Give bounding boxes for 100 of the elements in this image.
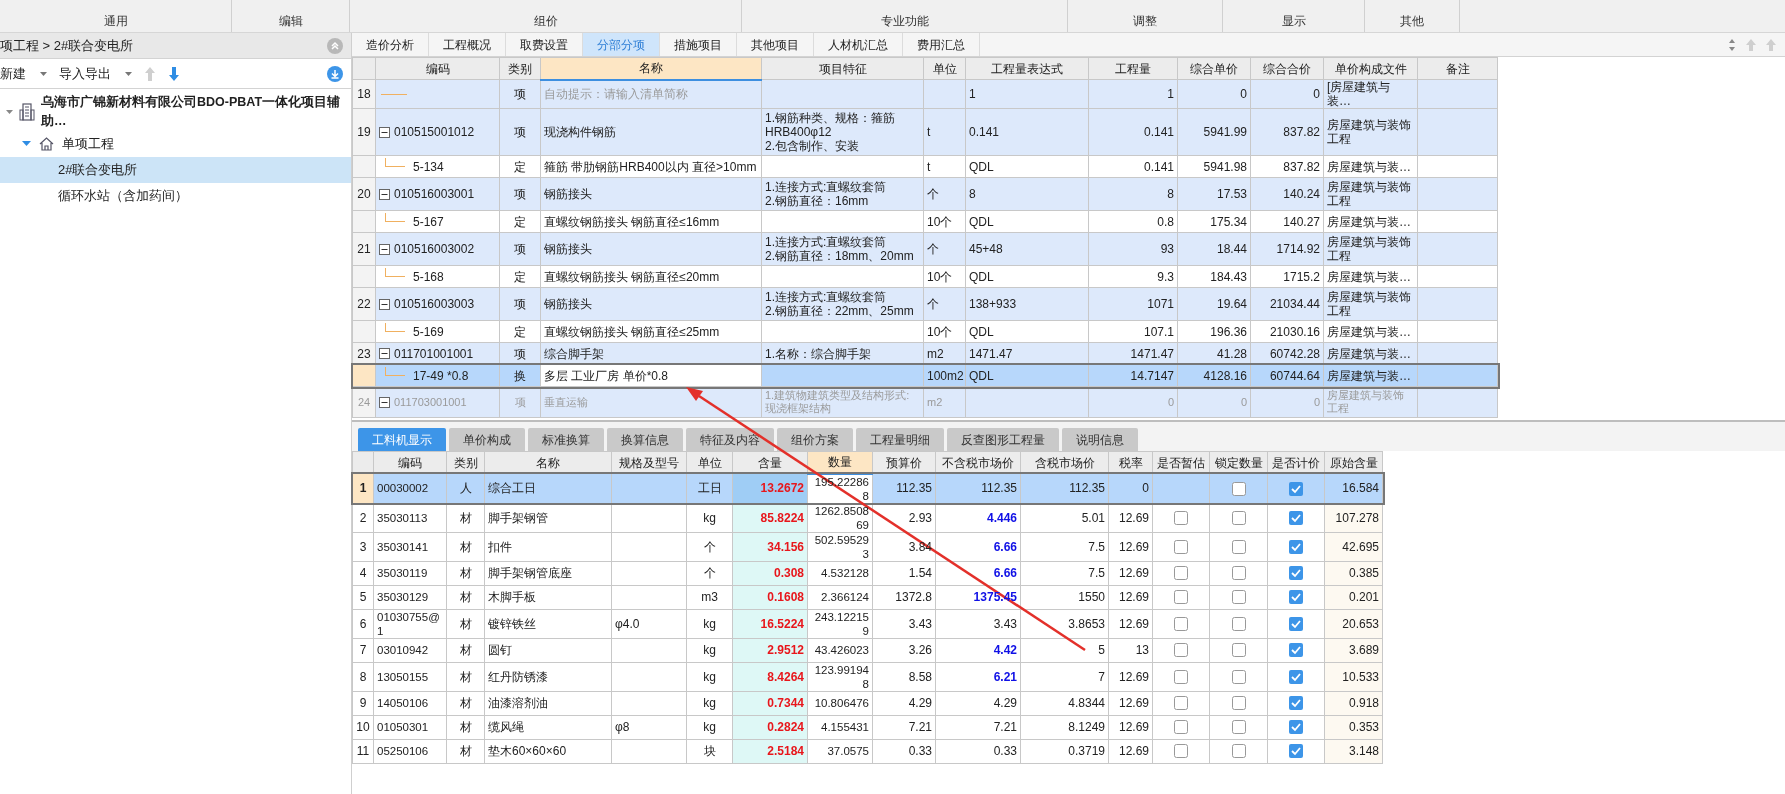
table-row[interactable]: 5-168 定 直螺纹钢筋接头 钢筋直径≤20mm 10个 QDL 9.3 184.43 1715.2 房屋建筑与装…: [352, 265, 1498, 288]
table-cell: 5941.98: [1177, 155, 1251, 178]
tab[interactable]: 特征及内容: [686, 428, 774, 451]
house-icon: [39, 136, 54, 151]
name-field[interactable]: 多层 工业厂房 单价*0.8: [540, 364, 762, 387]
checkbox[interactable]: [1231, 481, 1246, 496]
checkbox[interactable]: [1289, 539, 1303, 554]
row-number: 1: [352, 473, 374, 503]
checkbox[interactable]: [1289, 744, 1303, 759]
checkbox[interactable]: [1174, 720, 1188, 735]
tab[interactable]: 单价构成: [449, 428, 525, 451]
table-cell: 14050106: [373, 691, 447, 715]
table-cell: 定: [499, 265, 541, 288]
table-row[interactable]: 5-167 定 直螺纹钢筋接头 钢筋直径≤16mm 10个 QDL 0.8 175.34 140.27 房屋建筑与装…: [352, 210, 1498, 233]
collapse-icon[interactable]: [379, 126, 390, 138]
table-row[interactable]: 10 01050301 材 缆风绳 φ8 kg 0.2824 4.155431 7.21 7.21 8.1249 12.69 0.353: [352, 715, 1383, 739]
checkbox[interactable]: [1174, 590, 1188, 605]
checkbox[interactable]: [1289, 643, 1303, 658]
project-title[interactable]: 乌海市广锦新材料有限公司BDO-PBAT一体化项目辅助…: [41, 93, 347, 131]
item-code: 5-134: [412, 159, 444, 174]
new-menu[interactable]: 新建: [0, 63, 26, 84]
checkbox[interactable]: [1289, 566, 1303, 581]
collapse-icon[interactable]: [379, 348, 390, 359]
import-export-menu[interactable]: 导入导出: [59, 63, 111, 84]
tab[interactable]: 标准换算: [528, 428, 604, 451]
checkbox[interactable]: [1289, 696, 1303, 711]
down-arrow-icon[interactable]: [168, 65, 180, 82]
table-cell: 房屋建筑与装…: [1323, 265, 1418, 288]
tab[interactable]: 工程量明细: [856, 428, 944, 451]
checkbox[interactable]: [1231, 539, 1246, 554]
checkbox[interactable]: [1174, 566, 1188, 581]
checkbox[interactable]: [1289, 510, 1303, 525]
up-arrow-icon[interactable]: [1765, 38, 1777, 52]
collapse-icon[interactable]: [379, 188, 390, 200]
table-cell: 4.29: [872, 691, 936, 715]
checkbox[interactable]: [1231, 669, 1246, 684]
table-row[interactable]: 11 05250106 材 垫木60×60×60 块 2.5184 37.0575 0.33 0.33 0.3719 12.69 3.148: [352, 739, 1383, 763]
caret-icon[interactable]: [22, 139, 31, 148]
table-cell: 85.8224: [732, 503, 808, 532]
table-cell: 脚手架钢管底座: [484, 561, 612, 585]
caret-icon[interactable]: [6, 109, 13, 114]
checkbox[interactable]: [1174, 643, 1188, 658]
table-cell: kg: [686, 638, 733, 662]
tab[interactable]: 反查图形工程量: [947, 428, 1059, 451]
download-icon[interactable]: [327, 65, 343, 82]
tab[interactable]: 换算信息: [607, 428, 683, 451]
table-cell: 镀锌铁丝: [484, 609, 612, 638]
table-cell: 18.44: [1177, 232, 1251, 266]
checkbox[interactable]: [1231, 744, 1246, 759]
tree-line: [385, 213, 405, 222]
checkbox[interactable]: [1289, 590, 1303, 605]
table-row[interactable]: 7 03010942 材 圆钉 kg 2.9512 43.426023 3.26 4.42 5 13 3.689: [352, 638, 1383, 662]
building-icon: [19, 102, 35, 121]
table-row[interactable]: 23 011701001001 项 综合脚手架 1.名称：综合脚手架 m2 1471.47 1471.47 41.28 60742.28 房屋建筑与装…: [352, 342, 1498, 365]
checkbox[interactable]: [1289, 669, 1303, 684]
table-row[interactable]: 4 35030119 材 脚手架钢管底座 个 0.308 4.532128 1.54 6.66 7.5 12.69 0.385: [352, 561, 1383, 585]
checkbox[interactable]: [1231, 510, 1246, 525]
checkbox[interactable]: [1174, 539, 1188, 554]
collapse-icon[interactable]: [379, 298, 390, 310]
checkbox[interactable]: [1289, 481, 1303, 496]
ribbon-group-label: 通用: [103, 13, 128, 30]
checkbox[interactable]: [1231, 566, 1246, 581]
table-cell: 107.278: [1324, 503, 1383, 532]
table-cell: 34.156: [732, 532, 808, 561]
tree-item[interactable]: 2#联合变电所: [0, 156, 351, 183]
checkbox[interactable]: [1231, 720, 1246, 735]
row-number: 6: [352, 609, 374, 638]
table-cell: 0: [1088, 386, 1178, 418]
tab[interactable]: 组价方案: [777, 428, 853, 451]
checkbox[interactable]: [1174, 696, 1188, 711]
tab[interactable]: 说明信息: [1062, 428, 1138, 451]
checkbox[interactable]: [1289, 616, 1303, 631]
table-row[interactable]: 9 14050106 材 油漆溶剂油 kg 0.7344 10.806476 4.29 4.29 4.8344 12.69 0.918: [352, 691, 1383, 715]
table-row[interactable]: 17-49 *0.8 换 多层 工业厂房 单价*0.8 100m2 QDL 14.7147 4128.16 60744.64 房屋建筑与装…: [352, 364, 1498, 387]
table-cell: 个: [923, 177, 966, 211]
checkbox[interactable]: [1174, 616, 1188, 631]
table-cell: 0.8: [1088, 210, 1178, 233]
checkbox[interactable]: [1174, 510, 1188, 525]
table-cell: 10个: [923, 210, 966, 233]
table-row[interactable]: 5-134 定 箍筋 带肋钢筋HRB400以内 直径>10mm t QDL 0.141 5941.98 837.82 房屋建筑与装…: [352, 155, 1498, 178]
up-arrow-icon[interactable]: [144, 65, 156, 82]
collapse-icon[interactable]: [379, 243, 390, 255]
item-code: 010516003003: [394, 297, 475, 311]
table-row[interactable]: 5-169 定 直螺纹钢筋接头 钢筋直径≤25mm 10个 QDL 107.1 196.36 21030.16 房屋建筑与装…: [352, 320, 1498, 343]
checkbox[interactable]: [1231, 643, 1246, 658]
checkbox[interactable]: [1289, 720, 1303, 735]
table-cell: 16.5224: [732, 609, 808, 638]
tree-item[interactable]: 单项工程: [62, 133, 114, 154]
tree-line: [385, 268, 405, 277]
table-cell: 个: [923, 232, 966, 266]
checkbox[interactable]: [1174, 744, 1188, 759]
table-cell: 7.21: [935, 715, 1021, 739]
column-header: 项目特征: [761, 57, 924, 80]
checkbox[interactable]: [1231, 696, 1246, 711]
checkbox[interactable]: [1231, 616, 1246, 631]
tree-item[interactable]: 循环水站（含加药间）: [0, 182, 351, 209]
checkbox[interactable]: [1231, 590, 1246, 605]
checkbox[interactable]: [1174, 669, 1188, 684]
sort-icon[interactable]: [1727, 38, 1737, 52]
up-arrow-icon[interactable]: [1745, 38, 1757, 52]
